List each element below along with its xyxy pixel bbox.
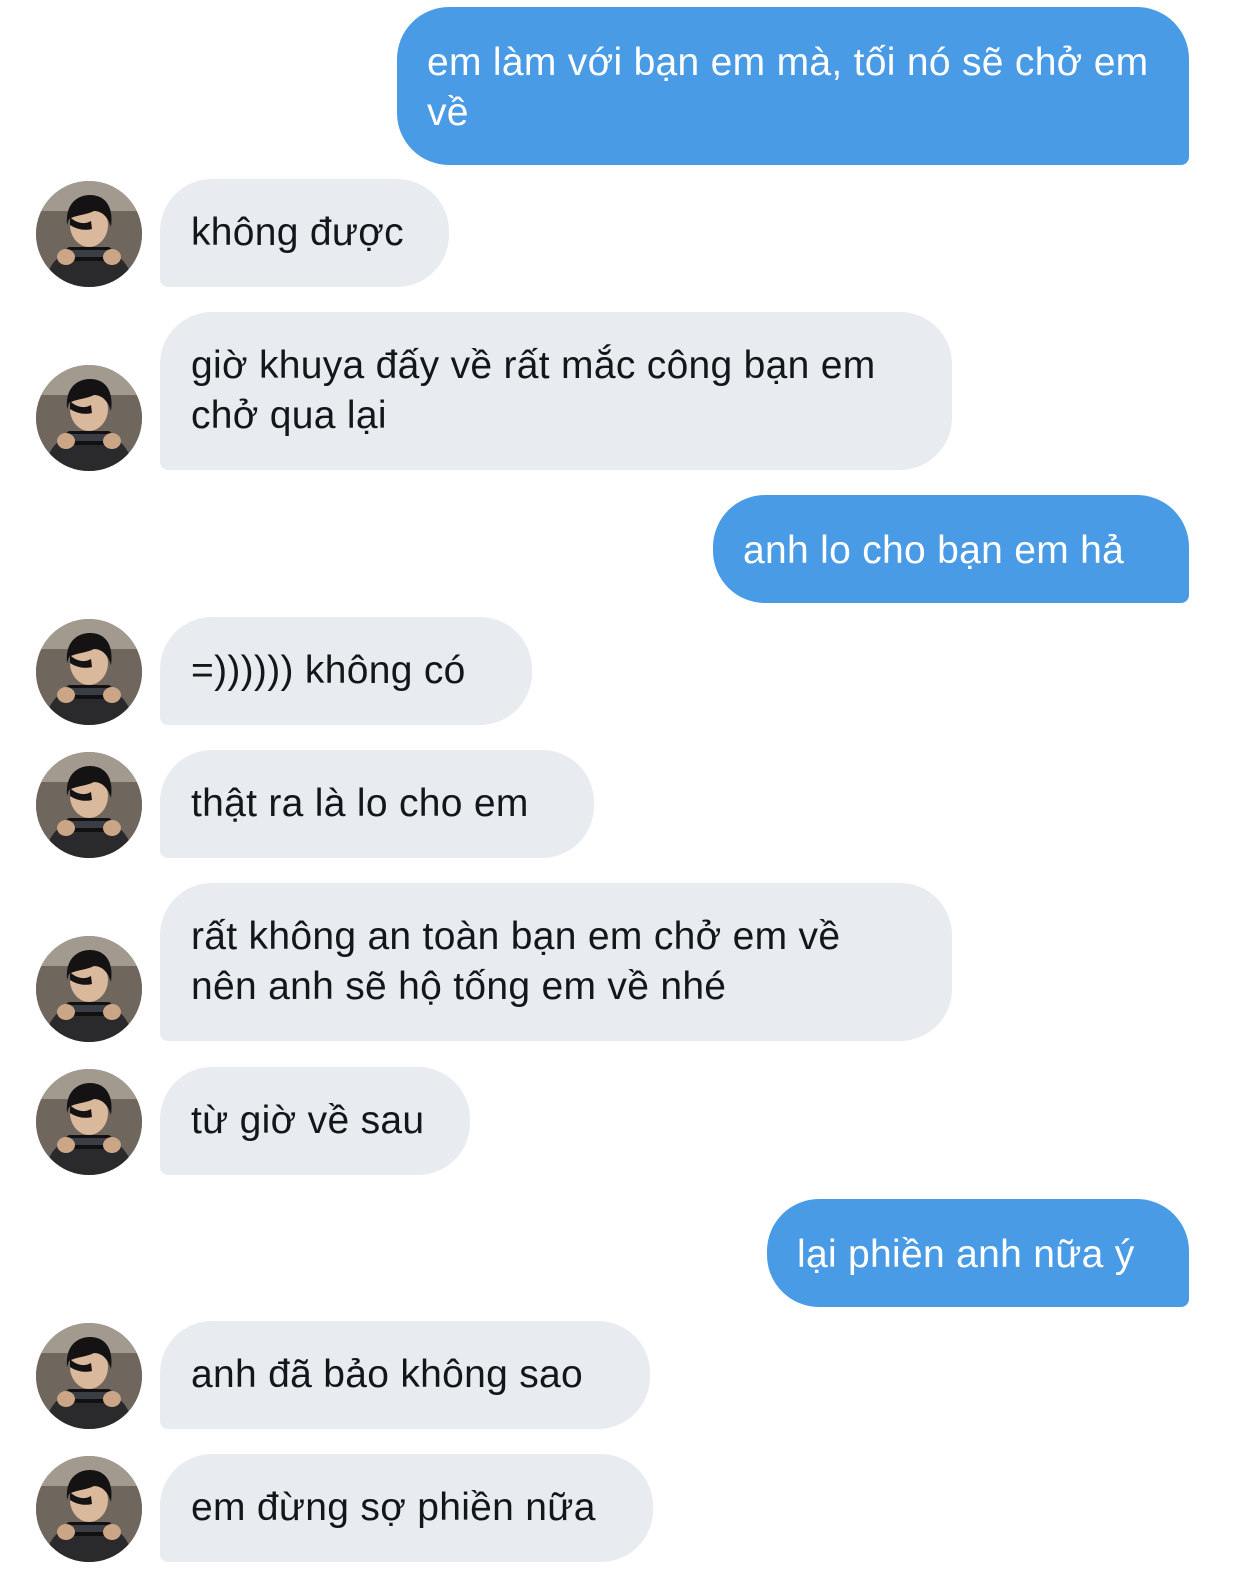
contact-avatar[interactable]	[36, 1069, 142, 1175]
avatar-photo-icon	[36, 365, 142, 471]
received-message-bubble[interactable]: không được	[160, 179, 449, 287]
avatar-photo-icon	[36, 1456, 142, 1562]
message-thread[interactable]: em làm với bạn em mà, tối nó sẽ chở em v…	[0, 0, 1242, 1590]
contact-avatar[interactable]	[36, 1323, 142, 1429]
avatar-photo-icon	[36, 181, 142, 287]
received-message-bubble[interactable]: em đừng sợ phiền nữa	[160, 1454, 653, 1562]
contact-avatar[interactable]	[36, 619, 142, 725]
contact-avatar[interactable]	[36, 365, 142, 471]
sent-message-bubble[interactable]: lại phiền anh nữa ý	[767, 1199, 1189, 1307]
contact-avatar[interactable]	[36, 1456, 142, 1562]
received-message-bubble[interactable]: =)))))) không có	[160, 617, 532, 725]
received-message-bubble[interactable]: từ giờ về sau	[160, 1067, 470, 1175]
received-message-bubble[interactable]: anh đã bảo không sao	[160, 1321, 650, 1429]
received-message-bubble[interactable]: thật ra là lo cho em	[160, 750, 594, 858]
avatar-photo-icon	[36, 619, 142, 725]
contact-avatar[interactable]	[36, 181, 142, 287]
avatar-photo-icon	[36, 936, 142, 1042]
contact-avatar[interactable]	[36, 752, 142, 858]
avatar-photo-icon	[36, 752, 142, 858]
received-message-bubble[interactable]: giờ khuya đấy về rất mắc công bạn em chở…	[160, 312, 952, 470]
contact-avatar[interactable]	[36, 936, 142, 1042]
sent-message-bubble[interactable]: em làm với bạn em mà, tối nó sẽ chở em v…	[397, 7, 1189, 165]
avatar-photo-icon	[36, 1323, 142, 1429]
received-message-bubble[interactable]: rất không an toàn bạn em chở em về nên a…	[160, 883, 952, 1041]
sent-message-bubble[interactable]: anh lo cho bạn em hả	[713, 495, 1189, 603]
avatar-photo-icon	[36, 1069, 142, 1175]
